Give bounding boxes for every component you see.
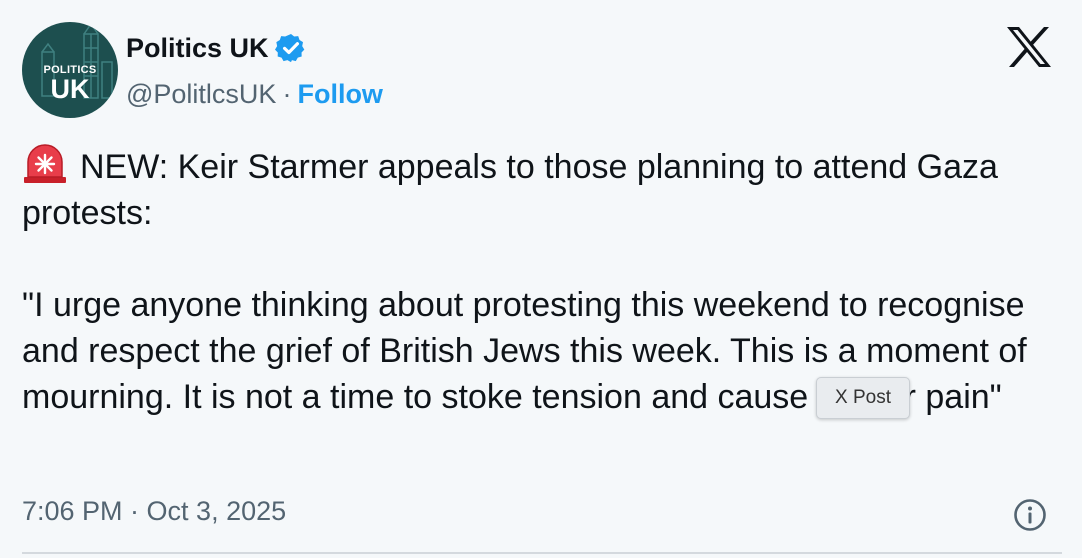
tweet-timestamp[interactable]: 7:06 PM · Oct 3, 2025 bbox=[22, 496, 286, 527]
avatar-line2: UK bbox=[50, 74, 90, 104]
author-handle[interactable]: @PolitlcsUK bbox=[126, 79, 276, 110]
author-display-name[interactable]: Politics UK bbox=[126, 33, 269, 64]
follow-button[interactable]: Follow bbox=[297, 79, 382, 110]
separator-dot: · bbox=[282, 78, 292, 109]
divider bbox=[22, 552, 1062, 554]
avatar[interactable]: POLITICS UK bbox=[22, 22, 118, 118]
x-logo-icon[interactable] bbox=[1006, 26, 1052, 68]
author-name-row: Politics UK bbox=[126, 28, 307, 68]
info-icon[interactable] bbox=[1013, 498, 1047, 532]
verified-badge-icon bbox=[274, 34, 304, 63]
tweet-card: POLITICS UK Politics UK @PolitlcsUK · Fo… bbox=[0, 0, 1082, 558]
author-handle-row: @PolitlcsUK · Follow bbox=[126, 76, 383, 112]
tweet-paragraph-1-text: NEW: Keir Starmer appeals to those plann… bbox=[22, 148, 998, 232]
tooltip-x-post: X Post bbox=[816, 377, 910, 419]
siren-icon bbox=[24, 144, 66, 183]
tweet-paragraph-1: NEW: Keir Starmer appeals to those plann… bbox=[22, 144, 1062, 236]
